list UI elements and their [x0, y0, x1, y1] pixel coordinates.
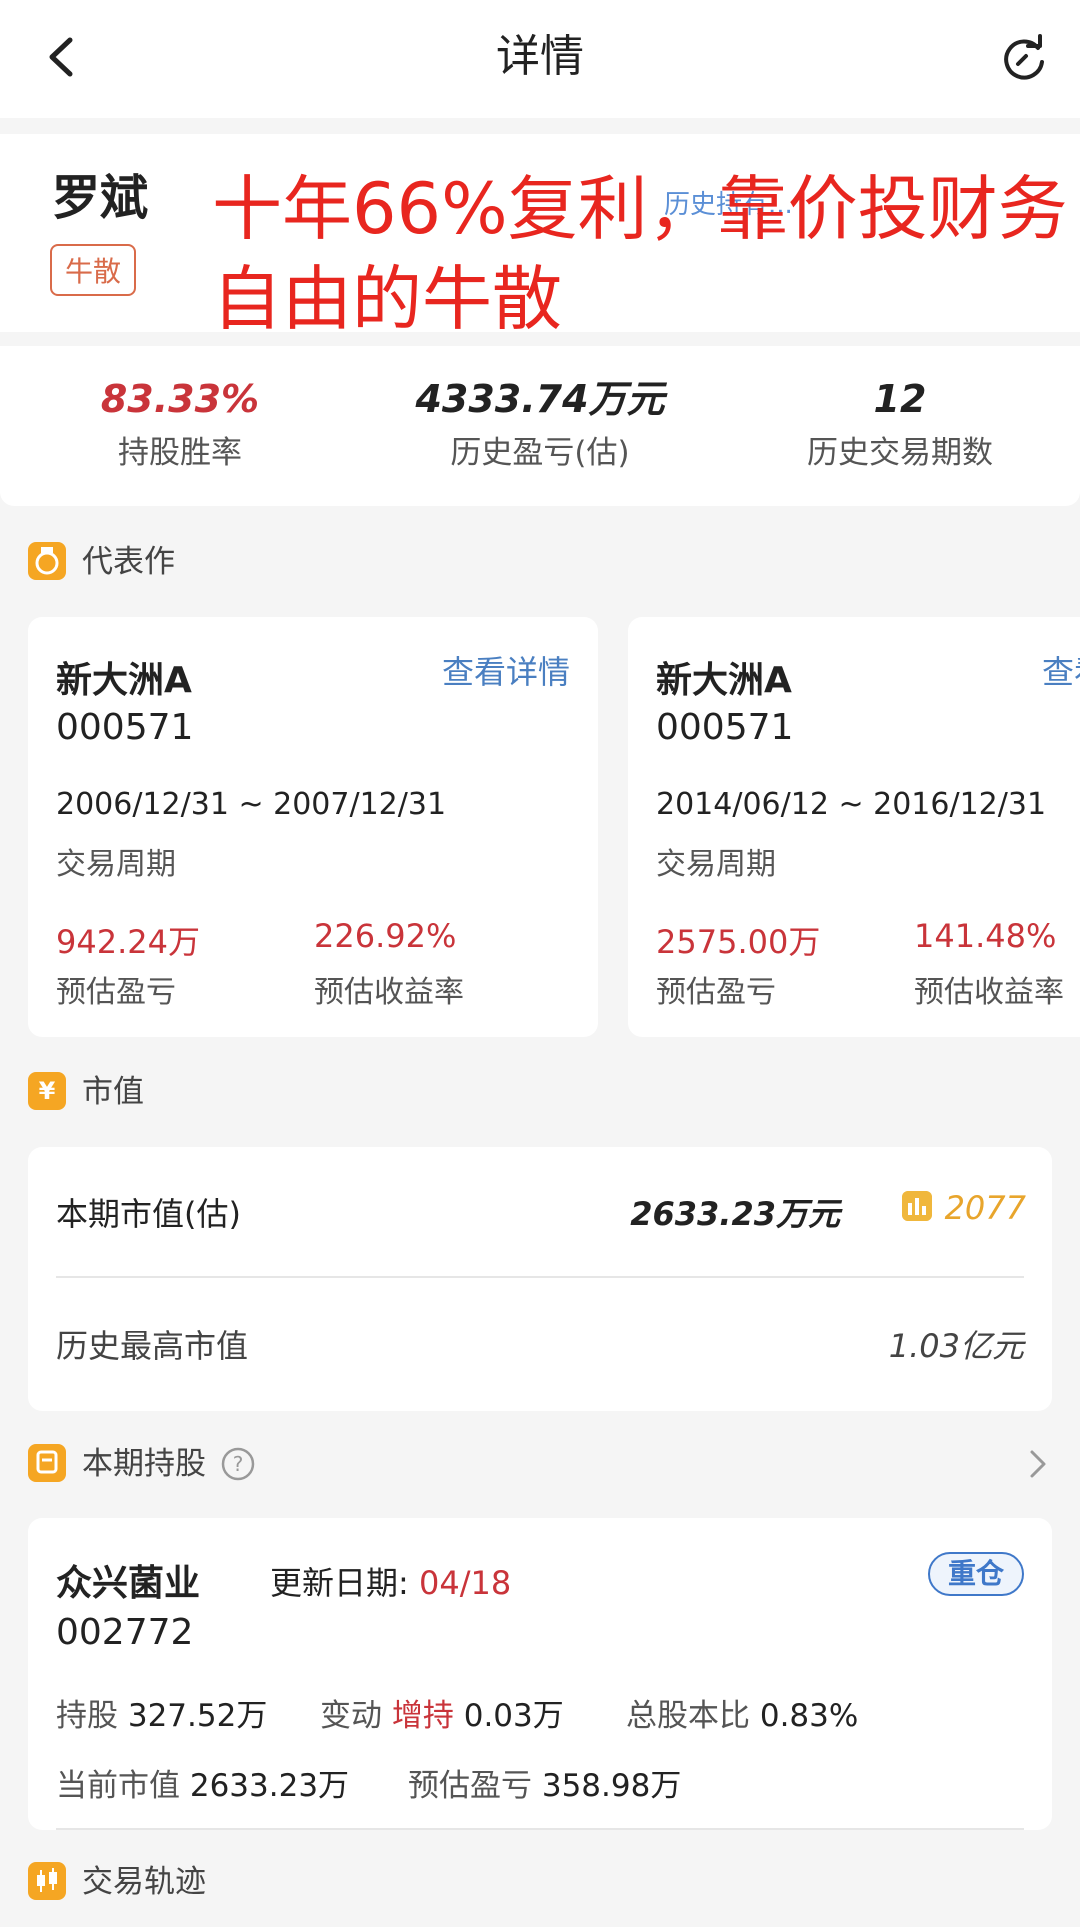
- ratio-value: 0.83%: [759, 1698, 859, 1734]
- holdings-icon: [28, 1444, 66, 1482]
- stock-name: 新大洲A: [656, 660, 792, 701]
- representative-work-card[interactable]: 新大洲A 000571 查看详情 2006/12/31 ~ 2007/12/31…: [28, 617, 598, 1037]
- refresh-icon[interactable]: [998, 34, 1050, 86]
- market-value-rank[interactable]: 2077: [945, 1189, 1026, 1227]
- mv-label: 当前市值: [56, 1768, 180, 1804]
- pl-value: 358.98万: [541, 1768, 682, 1804]
- stat-value: 12: [873, 377, 927, 421]
- red-overlay-caption: 十年66%复利，靠价投财务自由的牛散: [212, 168, 1068, 340]
- stats-card: 83.33% 持股胜率 4333.74万元 历史盈亏(估) 12 历史交易期数: [0, 346, 1080, 506]
- update-date: 更新日期: 04/18: [270, 1558, 511, 1604]
- current-holding-card[interactable]: 众兴菌业 更新日期: 04/18 002772 重仓 持股 327.52万 变动…: [28, 1518, 1052, 1830]
- stat-label: 持股胜率: [118, 435, 242, 471]
- section-title: 市值: [82, 1074, 144, 1110]
- change-value: 0.03万: [463, 1698, 564, 1734]
- heavy-position-badge: 重仓: [928, 1552, 1024, 1596]
- update-date-value: 04/18: [418, 1564, 512, 1602]
- holding-stock-name: 众兴菌业: [56, 1563, 201, 1604]
- stat-value: 4333.74万元: [415, 377, 665, 421]
- current-market-value-row: 当前市值 2633.23万: [56, 1760, 349, 1805]
- yen-icon: ¥: [28, 1072, 66, 1110]
- stat-label: 历史交易期数: [807, 435, 993, 471]
- ranking-chart-icon: [902, 1191, 932, 1221]
- current-market-value-label: 本期市值(估): [56, 1195, 241, 1233]
- stat-history-pl: 4333.74万元 历史盈亏(估): [360, 376, 720, 472]
- candlestick-icon: [28, 1862, 66, 1900]
- trade-period: 2006/12/31 ~ 2007/12/31: [56, 787, 447, 822]
- section-title: 交易轨迹: [82, 1864, 206, 1900]
- view-details-link[interactable]: 查看详情: [1042, 647, 1080, 693]
- max-market-value: 1.03亿元: [888, 1327, 1024, 1365]
- medal-icon: [28, 542, 66, 580]
- estimated-yield: 141.48%: [914, 917, 1057, 955]
- svg-text:?: ?: [233, 1452, 244, 1476]
- holding-change: 变动 增持 0.03万: [320, 1690, 564, 1735]
- change-type: 增持: [391, 1698, 454, 1734]
- estimated-pl-row: 预估盈亏 358.98万: [408, 1760, 681, 1805]
- investor-tag: 牛散: [50, 244, 136, 296]
- trade-period-label: 交易周期: [56, 847, 176, 882]
- share-ratio: 总股本比 0.83%: [626, 1690, 858, 1735]
- stat-win-rate: 83.33% 持股胜率: [0, 376, 360, 472]
- estimated-profit: 942.24万: [56, 923, 200, 961]
- estimated-profit-label: 预估盈亏: [656, 975, 776, 1010]
- ratio-label: 总股本比: [626, 1698, 750, 1734]
- max-market-value-label: 历史最高市值: [56, 1327, 249, 1365]
- estimated-yield-label: 预估收益率: [314, 975, 464, 1010]
- page-title: 详情: [496, 31, 584, 82]
- help-icon[interactable]: ?: [220, 1446, 256, 1482]
- trade-period-label: 交易周期: [656, 847, 776, 882]
- divider: [56, 1828, 1024, 1830]
- estimated-profit-label: 预估盈亏: [56, 975, 176, 1010]
- stat-trade-periods: 12 历史交易期数: [720, 376, 1080, 472]
- top-bar: 详情: [0, 0, 1080, 118]
- stat-value: 83.33%: [100, 377, 260, 421]
- divider: [56, 1276, 1024, 1278]
- update-date-label: 更新日期:: [270, 1564, 409, 1602]
- market-value-card: 本期市值(估) 2633.23万元 2077 历史最高市值 1.03亿元: [28, 1147, 1052, 1411]
- estimated-yield: 226.92%: [314, 917, 457, 955]
- representative-work-card[interactable]: 新大洲A 000571 查看详情 2014/06/12 ~ 2016/12/31…: [628, 617, 1080, 1037]
- chevron-right-icon[interactable]: [1028, 1448, 1050, 1480]
- investor-name: 罗斌: [52, 170, 149, 226]
- current-market-value: 2633.23万元: [630, 1195, 840, 1233]
- change-label: 变动: [320, 1698, 382, 1734]
- section-title: 代表作: [82, 544, 175, 580]
- profile-card: 罗斌 牛散 历史持有... 十年66%复利，靠价投财务自由的牛散: [0, 134, 1080, 340]
- shares-label: 持股: [56, 1698, 118, 1734]
- section-title: 本期持股: [82, 1446, 206, 1482]
- view-details-link[interactable]: 查看详情: [442, 647, 570, 693]
- estimated-profit: 2575.00万: [656, 923, 821, 961]
- stat-label: 历史盈亏(估): [450, 435, 630, 471]
- shares-value: 327.52万: [127, 1698, 268, 1734]
- pl-label: 预估盈亏: [408, 1768, 532, 1804]
- section-current-holdings[interactable]: 本期持股 ?: [28, 1442, 1052, 1486]
- mv-value: 2633.23万: [189, 1768, 350, 1804]
- stock-name: 新大洲A: [56, 660, 192, 701]
- stock-code: 000571: [56, 707, 194, 748]
- holding-stock-code: 002772: [56, 1612, 194, 1653]
- stock-code: 000571: [656, 707, 794, 748]
- trade-period: 2014/06/12 ~ 2016/12/31: [656, 787, 1047, 822]
- shares-held: 持股 327.52万: [56, 1690, 267, 1735]
- estimated-yield-label: 预估收益率: [914, 975, 1064, 1010]
